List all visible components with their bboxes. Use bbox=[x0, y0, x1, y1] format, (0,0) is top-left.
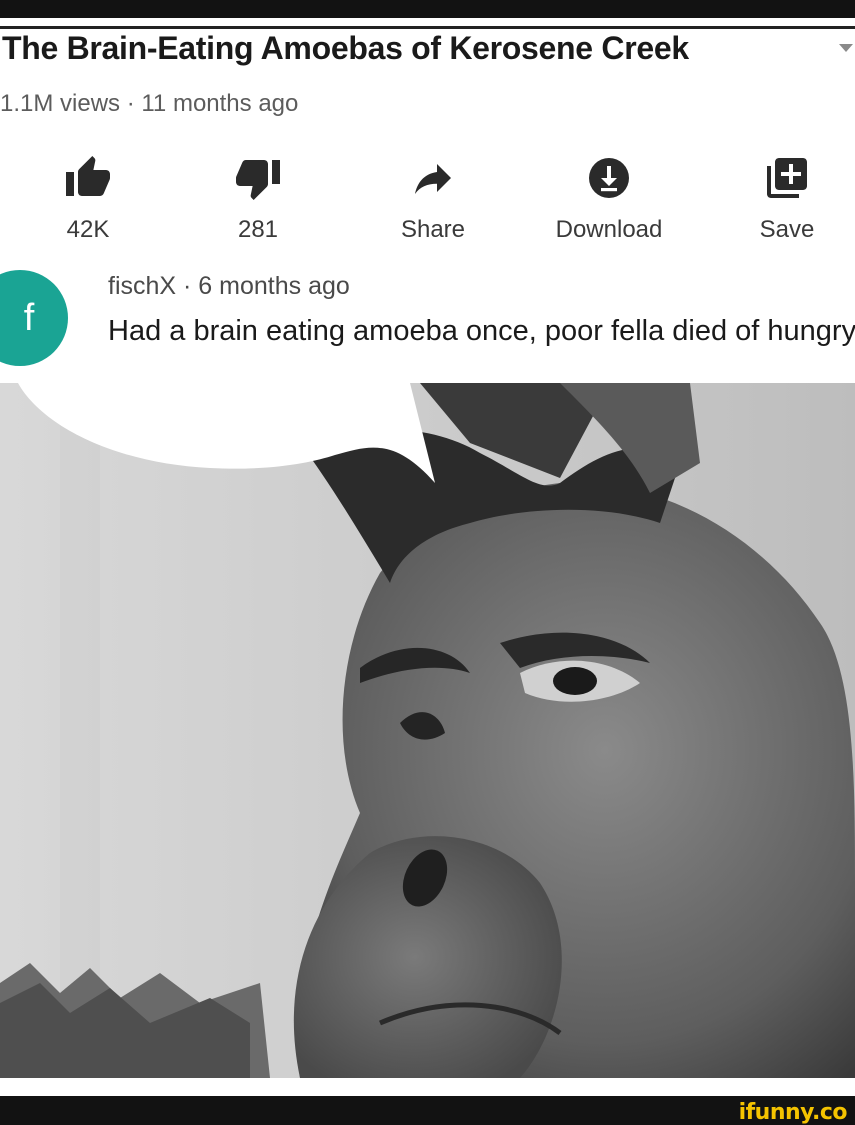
dislike-count: 281 bbox=[237, 216, 279, 243]
thumbs-down-icon bbox=[188, 148, 328, 208]
share-label: Share bbox=[400, 216, 466, 243]
comment-text: Had a brain eating amoeba once, poor fel… bbox=[108, 315, 855, 347]
top-divider bbox=[0, 26, 855, 29]
download-label: Download bbox=[555, 216, 663, 243]
share-button[interactable]: Share bbox=[363, 148, 503, 244]
chevron-down-icon[interactable] bbox=[839, 44, 853, 52]
like-count: 42K bbox=[66, 216, 110, 243]
avatar[interactable]: f bbox=[0, 270, 68, 366]
thumbs-up-icon bbox=[18, 148, 158, 208]
save-label: Save bbox=[759, 216, 815, 243]
save-button[interactable]: Save bbox=[717, 148, 855, 244]
dislike-button[interactable]: 281 bbox=[188, 148, 328, 244]
save-to-playlist-icon bbox=[717, 148, 855, 208]
share-icon bbox=[363, 148, 503, 208]
bottom-black-bar bbox=[0, 1096, 855, 1125]
ifunny-watermark: ifunny.co bbox=[738, 1100, 848, 1125]
top-black-bar bbox=[0, 0, 855, 18]
video-views-meta: 1.1M views · 11 months ago bbox=[0, 90, 299, 117]
download-icon bbox=[539, 148, 679, 208]
speech-bubble-tail bbox=[18, 383, 435, 483]
download-button[interactable]: Download bbox=[539, 148, 679, 244]
like-button[interactable]: 42K bbox=[18, 148, 158, 244]
comment-author-meta[interactable]: fischX · 6 months ago bbox=[108, 272, 350, 301]
video-title: The Brain-Eating Amoebas of Kerosene Cre… bbox=[2, 30, 689, 66]
avatar-letter: f bbox=[23, 296, 35, 339]
